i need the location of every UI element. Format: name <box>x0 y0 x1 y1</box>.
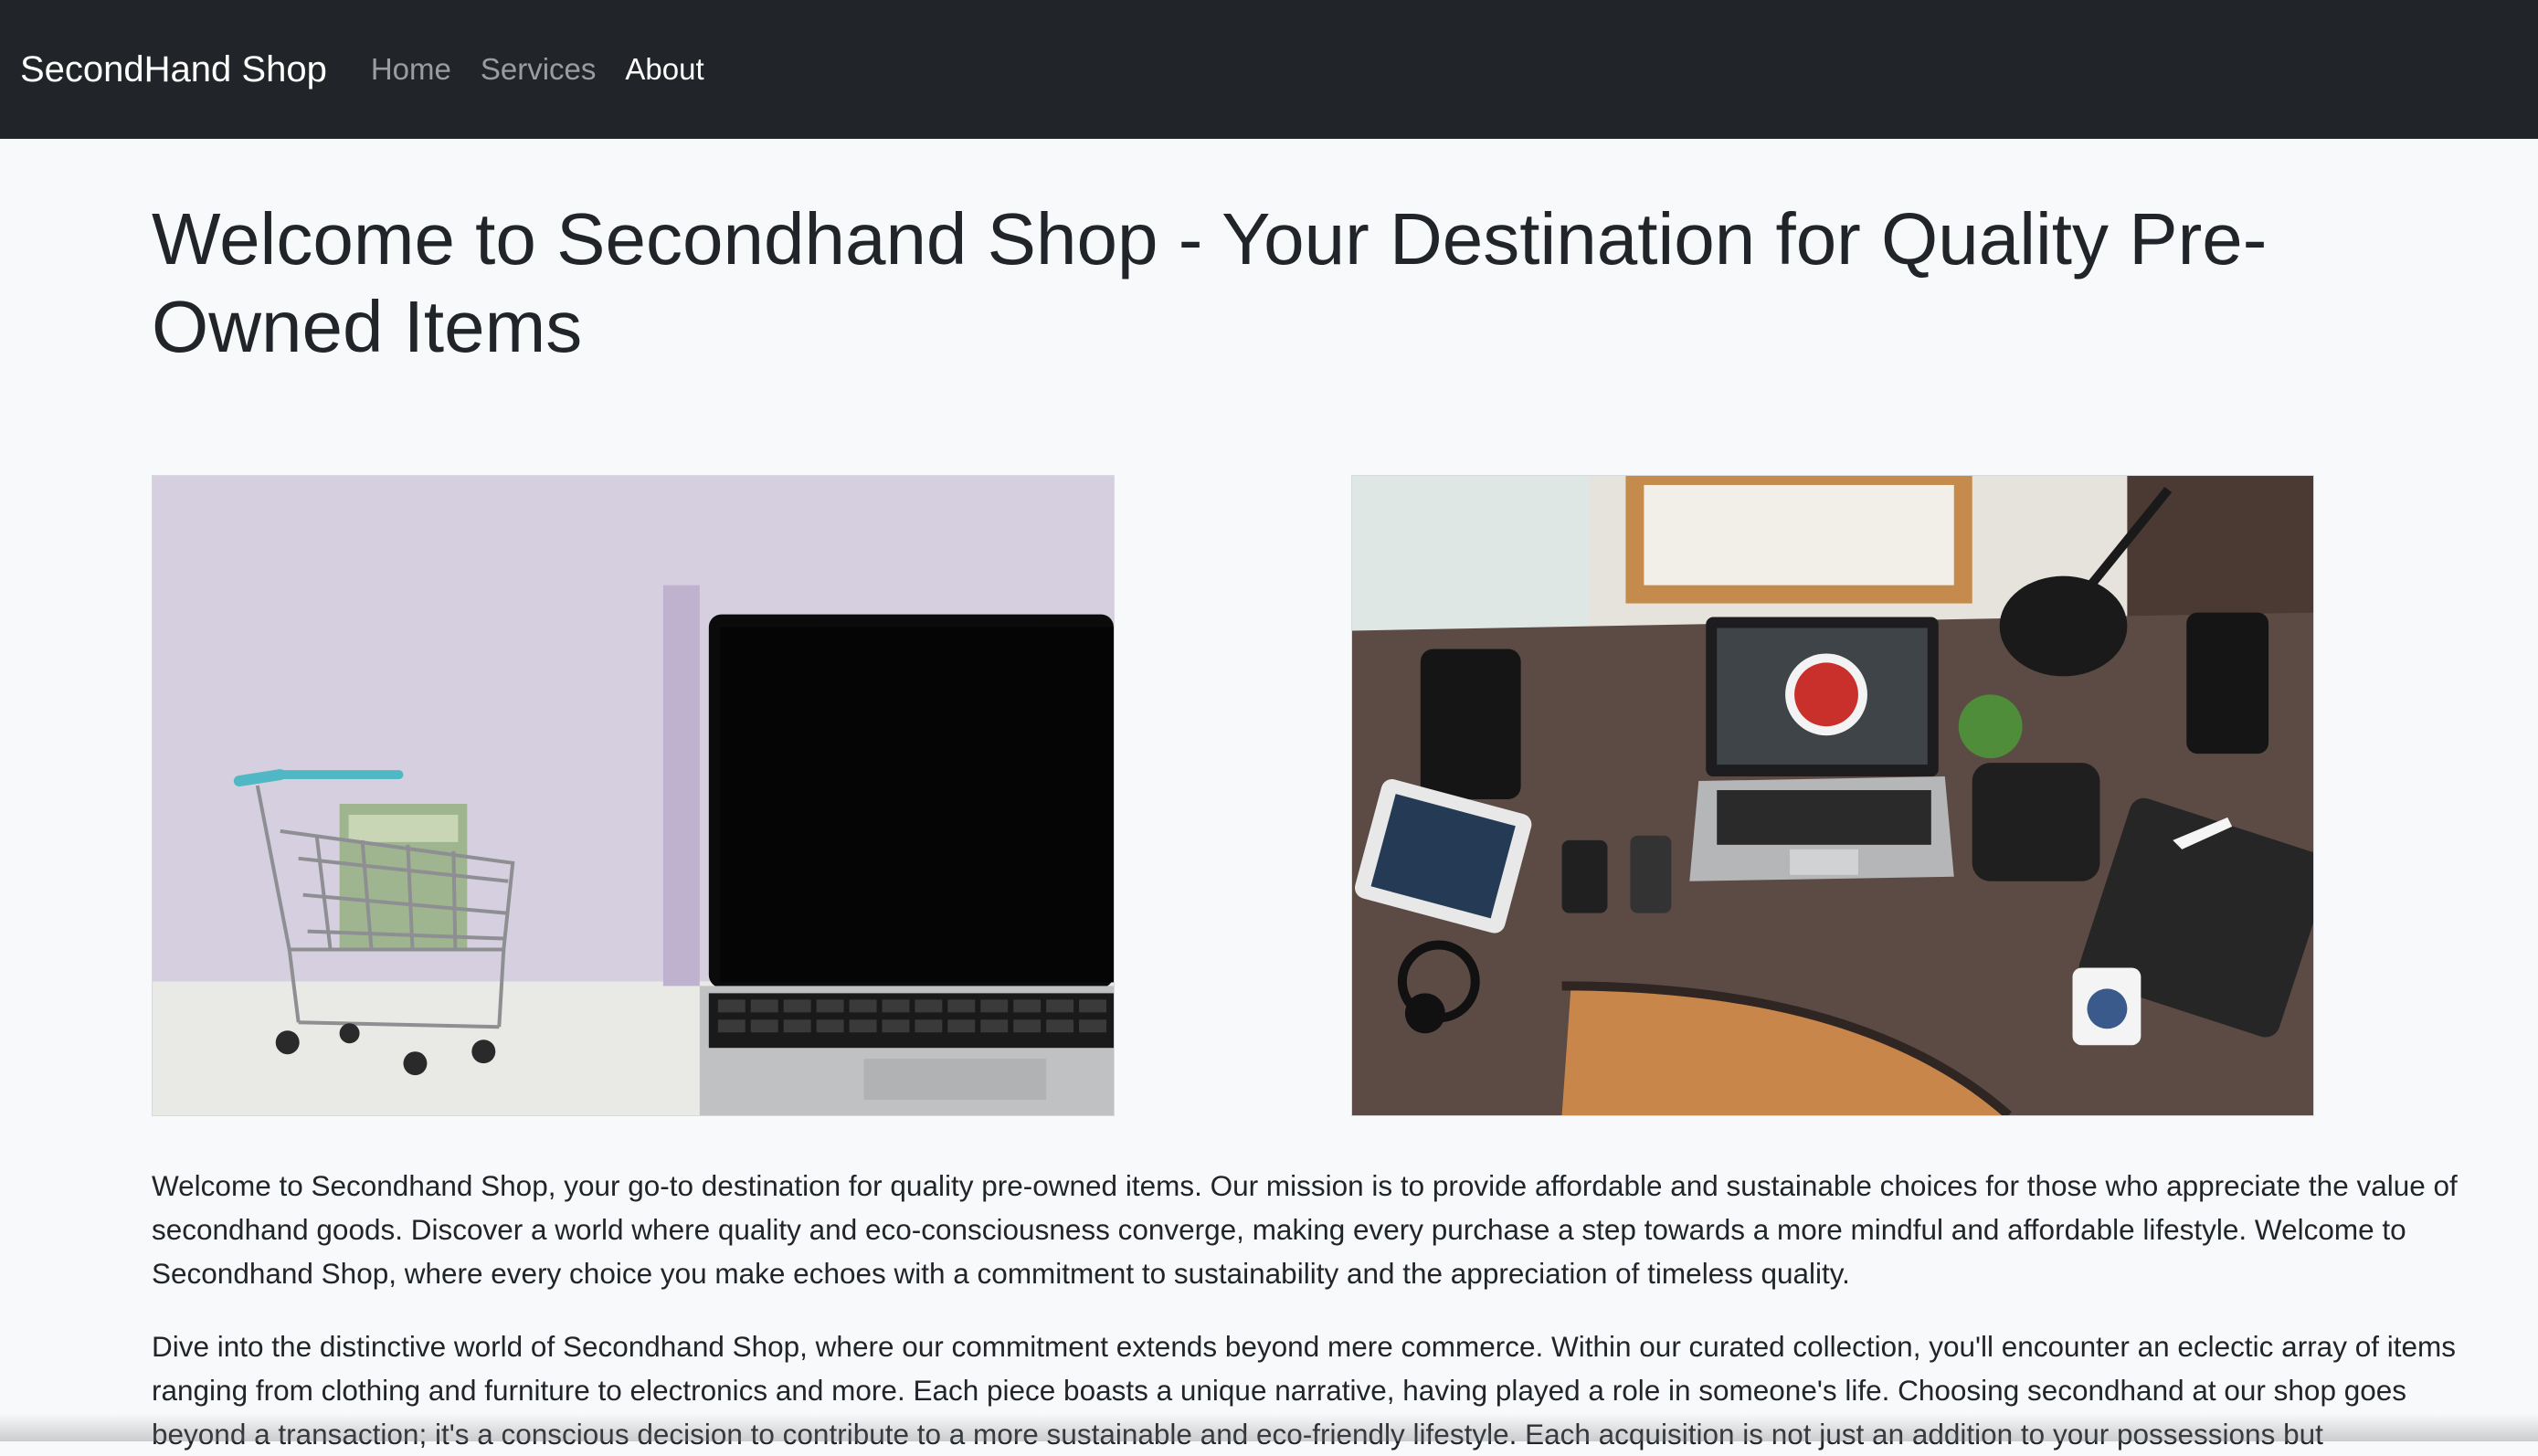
nav-link-home[interactable]: Home <box>371 52 451 87</box>
page-title: Welcome to Secondhand Shop - Your Destin… <box>152 198 2268 367</box>
shopping-cart-laptop-illustration <box>153 476 1114 1115</box>
desk-workspace-illustration <box>1352 476 2313 1115</box>
top-navbar: SecondHand Shop Home Services About <box>0 0 2538 139</box>
desk-workspace-photo <box>1351 475 2314 1116</box>
shopping-cart-laptop-photo <box>152 475 1115 1116</box>
intro-paragraph: Welcome to Secondhand Shop, your go-to d… <box>152 1169 2458 1290</box>
brand-link[interactable]: SecondHand Shop <box>20 49 327 90</box>
nav-link-services[interactable]: Services <box>481 52 597 87</box>
nav-link-about[interactable]: About <box>625 52 703 87</box>
collection-paragraph: Dive into the distinctive world of Secon… <box>152 1330 2456 1451</box>
